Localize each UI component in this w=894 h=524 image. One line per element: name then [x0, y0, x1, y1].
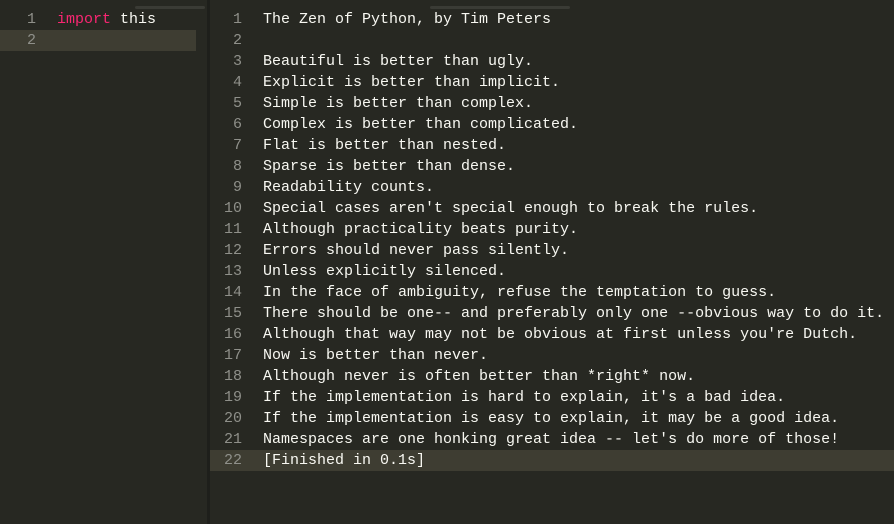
- output-text: Flat is better than nested.: [263, 137, 507, 154]
- output-line: 22 [Finished in 0.1s]: [210, 450, 894, 471]
- output-text: Namespaces are one honking great idea --…: [263, 431, 840, 448]
- code-line: 2: [0, 30, 196, 51]
- output-text: [Finished in 0.1s]: [263, 452, 426, 469]
- output-text: In the face of ambiguity, refuse the tem…: [263, 284, 777, 301]
- output-line: 9 Readability counts.: [210, 177, 894, 198]
- line-number: 14: [223, 284, 242, 301]
- code-text: import this: [57, 9, 156, 30]
- output-line: 5 Simple is better than complex.: [210, 93, 894, 114]
- output-line: 6 Complex is better than complicated.: [210, 114, 894, 135]
- line-number: 1: [26, 11, 36, 28]
- output-text: Unless explicitly silenced.: [263, 263, 507, 280]
- output-text: Errors should never pass silently.: [263, 242, 570, 259]
- output-text: Explicit is better than implicit.: [263, 74, 561, 91]
- line-number: 4: [232, 74, 242, 91]
- output-line: 3 Beautiful is better than ugly.: [210, 51, 894, 72]
- line-number: 21: [223, 431, 242, 448]
- code-line: 1 import this: [0, 9, 207, 30]
- output-text: There should be one-- and preferably onl…: [263, 305, 885, 322]
- output-line: 21 Namespaces are one honking great idea …: [210, 429, 894, 450]
- output-text: Readability counts.: [263, 179, 435, 196]
- output-line: 2: [210, 30, 894, 51]
- output-line: 20 If the implementation is easy to expla…: [210, 408, 894, 429]
- output-text: Complex is better than complicated.: [263, 116, 579, 133]
- output-line: 8 Sparse is better than dense.: [210, 156, 894, 177]
- line-number: 16: [223, 326, 242, 343]
- output-line: 10 Special cases aren't special enough to…: [210, 198, 894, 219]
- line-number: 15: [223, 305, 242, 322]
- output-line: 15 There should be one-- and preferably o…: [210, 303, 894, 324]
- editor-lines[interactable]: 1 import this 2: [0, 9, 207, 51]
- output-text: If the implementation is hard to explain…: [263, 389, 786, 406]
- output-line: 18 Although never is often better than *r…: [210, 366, 894, 387]
- line-number: 1: [232, 11, 242, 28]
- line-number: 7: [232, 137, 242, 154]
- output-text: Although practicality beats purity.: [263, 221, 579, 238]
- output-line: 1 The Zen of Python, by Tim Peters: [210, 9, 894, 30]
- output-line: 16 Although that way may not be obvious a…: [210, 324, 894, 345]
- output-line: 7 Flat is better than nested.: [210, 135, 894, 156]
- line-number: 19: [223, 389, 242, 406]
- line-number: 20: [223, 410, 242, 427]
- output-text: Although never is often better than *rig…: [263, 368, 696, 385]
- output-line: 17 Now is better than never.: [210, 345, 894, 366]
- line-number: 22: [223, 452, 242, 469]
- code-text-rest: this: [111, 11, 157, 28]
- output-text: The Zen of Python, by Tim Peters: [263, 11, 552, 28]
- output-line: 14 In the face of ambiguity, refuse the t…: [210, 282, 894, 303]
- output-text: Although that way may not be obvious at …: [263, 326, 858, 343]
- line-number: 18: [223, 368, 242, 385]
- output-text: Special cases aren't special enough to b…: [263, 200, 759, 217]
- output-line: 4 Explicit is better than implicit.: [210, 72, 894, 93]
- line-number: 17: [223, 347, 242, 364]
- line-number: 11: [223, 221, 242, 238]
- line-number: 12: [223, 242, 242, 259]
- output-line: 11 Although practicality beats purity.: [210, 219, 894, 240]
- output-line: 12 Errors should never pass silently.: [210, 240, 894, 261]
- output-line: 13 Unless explicitly silenced.: [210, 261, 894, 282]
- keyword: import: [57, 11, 112, 28]
- line-number: 2: [232, 32, 242, 49]
- output-text: Simple is better than complex.: [263, 95, 534, 112]
- line-number: 5: [232, 95, 242, 112]
- line-number: 8: [232, 158, 242, 175]
- line-number: 6: [232, 116, 242, 133]
- line-number: 3: [232, 53, 242, 70]
- build-output-pane[interactable]: 1 The Zen of Python, by Tim Peters 2 3 Beaut…: [210, 0, 894, 524]
- editor-pane[interactable]: 1 import this 2: [0, 0, 207, 524]
- line-number: 13: [223, 263, 242, 280]
- line-number: 2: [26, 32, 36, 49]
- line-number: 9: [232, 179, 242, 196]
- output-text: Now is better than never.: [263, 347, 489, 364]
- line-number: 10: [223, 200, 242, 217]
- output-text: Beautiful is better than ugly.: [263, 53, 534, 70]
- output-text: Sparse is better than dense.: [263, 158, 516, 175]
- output-line: 19 If the implementation is hard to expla…: [210, 387, 894, 408]
- output-text: If the implementation is easy to explain…: [263, 410, 840, 427]
- output-lines[interactable]: 1 The Zen of Python, by Tim Peters 2 3 Beaut…: [210, 9, 894, 471]
